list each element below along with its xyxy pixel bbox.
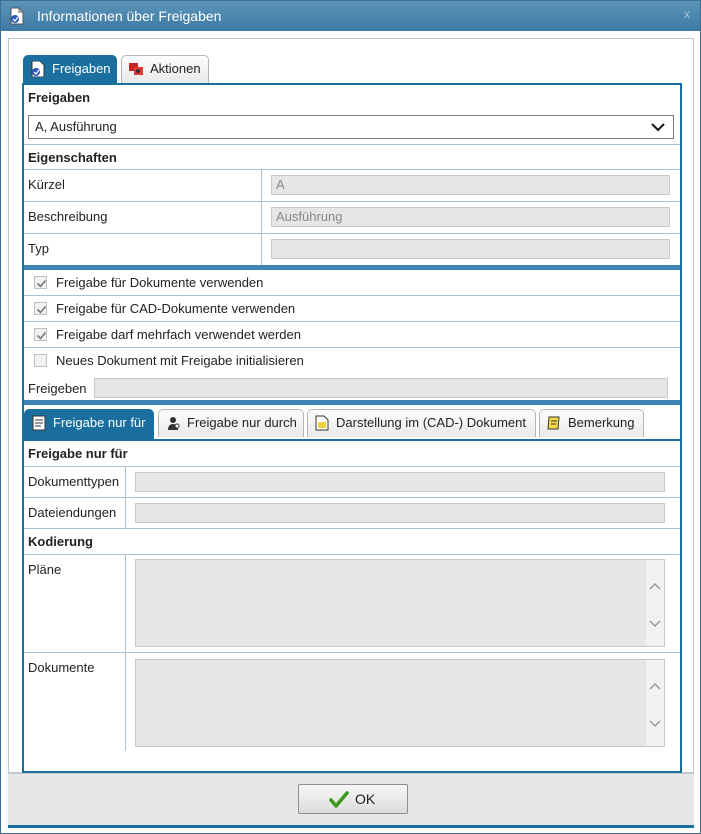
freigabe-nur-fuer-panel: Freigabe nur für Dokumenttypen Dateiendu…: [24, 439, 680, 771]
field-row-kuerzel: Kürzel A: [24, 170, 680, 202]
chevron-down-icon: [651, 123, 665, 132]
field-label: Pläne: [28, 562, 62, 577]
tab-freigabe-nur-durch[interactable]: Freigabe nur durch: [158, 409, 304, 437]
tab-aktionen[interactable]: Aktionen: [121, 55, 209, 83]
section-header-eigenschaften: Eigenschaften: [24, 144, 680, 170]
check-icon: [36, 305, 47, 314]
checkbox-row: Neues Dokument mit Freigabe initialisier…: [24, 348, 680, 374]
actions-icon: [129, 63, 143, 75]
dialog-footer: OK: [8, 773, 694, 825]
freigabe-select[interactable]: A, Ausführung: [28, 115, 674, 139]
section-header-freigabe-nur-fuer: Freigabe nur für: [24, 441, 680, 467]
field-label: Kürzel: [28, 177, 65, 192]
plaene-textarea[interactable]: [135, 559, 665, 647]
close-icon[interactable]: x: [684, 7, 690, 21]
checkbox-label: Neues Dokument mit Freigabe initialisier…: [56, 353, 304, 368]
document-list-icon: [32, 415, 46, 431]
field-row-typ: Typ: [24, 234, 680, 266]
field-row-dateiendungen: Dateiendungen: [24, 498, 680, 529]
ok-button[interactable]: OK: [298, 784, 408, 814]
dokumenttypen-field[interactable]: [135, 472, 665, 492]
dialog-content: Freigaben Aktionen Freigaben A, Ausführu…: [8, 38, 694, 773]
field-label: Dokumenttypen: [28, 474, 120, 489]
chevron-down-icon: [649, 720, 661, 728]
tab-label: Darstellung im (CAD-) Dokument: [336, 415, 526, 430]
section-header-freigaben: Freigaben: [28, 90, 91, 105]
tab-label: Aktionen: [150, 61, 201, 76]
field-row-freigeben: Freigeben: [24, 374, 680, 400]
checkbox-label: Freigabe für Dokumente verwenden: [56, 275, 264, 290]
field-row-beschreibung: Beschreibung Ausführung: [24, 202, 680, 234]
scrollbar[interactable]: [646, 560, 664, 646]
check-icon: [36, 331, 47, 340]
checkbox-label: Freigabe für CAD-Dokumente verwenden: [56, 301, 296, 316]
area-row-dokumente: Dokumente: [24, 653, 680, 751]
chevron-down-icon: [649, 620, 661, 628]
freigeben-field[interactable]: [94, 378, 668, 398]
tab-label: Freigaben: [52, 61, 111, 76]
checkbox-dokumente[interactable]: [34, 276, 47, 289]
tab-freigabe-nur-fuer[interactable]: Freigabe nur für: [24, 409, 154, 439]
window-title: Informationen über Freigaben: [37, 8, 222, 24]
checkbox-mehrfach[interactable]: [34, 328, 47, 341]
checkbox-row: Freigabe für Dokumente verwenden: [24, 270, 680, 296]
ok-label: OK: [355, 791, 376, 807]
field-label: Typ: [28, 241, 49, 256]
title-bar[interactable]: Informationen über Freigaben x: [1, 1, 700, 31]
checkbox-label: Freigabe darf mehrfach verwendet werden: [56, 327, 301, 342]
freigaben-panel: Freigaben A, Ausführung Eigenschaften Kü…: [22, 83, 682, 773]
user-gear-icon: [168, 417, 180, 430]
field-label: Dateiendungen: [28, 505, 117, 520]
field-label: Beschreibung: [28, 209, 108, 224]
freigabe-select-value: A, Ausführung: [35, 119, 117, 134]
dokumente-textarea[interactable]: [135, 659, 665, 747]
tab-darstellung[interactable]: Darstellung im (CAD-) Dokument: [307, 409, 536, 437]
document-note-icon: [315, 415, 329, 431]
chevron-up-icon: [649, 682, 661, 690]
document-check-icon: [31, 61, 45, 77]
note-icon: [547, 416, 560, 430]
field-label: Dokumente: [28, 660, 95, 675]
dialog-window: Informationen über Freigaben x Freigaben: [0, 0, 701, 834]
tab-label: Freigabe nur durch: [187, 415, 297, 430]
area-row-plaene: Pläne: [24, 555, 680, 653]
typ-field[interactable]: [271, 239, 670, 259]
top-tab-bar: Freigaben Aktionen: [23, 55, 683, 83]
checkbox-row: Freigabe darf mehrfach verwendet werden: [24, 322, 680, 348]
field-row-dokumenttypen: Dokumenttypen: [24, 467, 680, 498]
document-check-icon: [10, 7, 24, 25]
scrollbar[interactable]: [646, 660, 664, 746]
checkbox-initialisieren[interactable]: [34, 354, 47, 367]
tab-label: Bemerkung: [568, 415, 635, 430]
chevron-up-icon: [649, 582, 661, 590]
dateiendungen-field[interactable]: [135, 503, 665, 523]
checkmark-icon: [329, 791, 349, 808]
checkbox-row: Freigabe für CAD-Dokumente verwenden: [24, 296, 680, 322]
tab-label: Freigabe nur für: [53, 415, 146, 430]
tab-freigaben[interactable]: Freigaben: [23, 55, 117, 83]
section-header-kodierung: Kodierung: [24, 529, 680, 555]
check-icon: [36, 279, 47, 288]
checkbox-cad-dokumente[interactable]: [34, 302, 47, 315]
section-divider: [24, 400, 680, 405]
tab-bemerkung[interactable]: Bemerkung: [539, 409, 644, 437]
kuerzel-field[interactable]: A: [271, 175, 670, 195]
sub-tab-bar: Freigabe nur für Freigabe nur durch Dars…: [24, 409, 680, 439]
beschreibung-field[interactable]: Ausführung: [271, 207, 670, 227]
footer-accent-line: [8, 825, 694, 828]
